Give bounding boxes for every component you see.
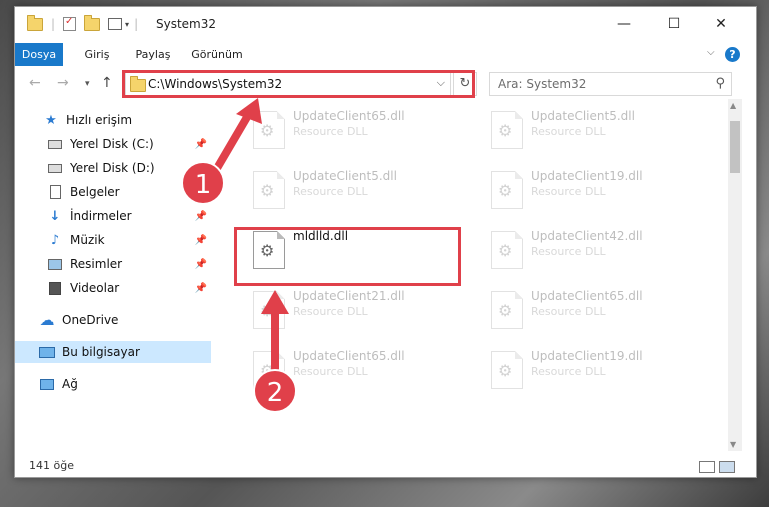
- arrow-2-head: [261, 290, 289, 314]
- arrow-1-shaft: [212, 108, 254, 174]
- step-1-badge: 1: [181, 161, 225, 205]
- annotation-arrows: [212, 98, 289, 376]
- step-2-badge: 2: [253, 369, 297, 413]
